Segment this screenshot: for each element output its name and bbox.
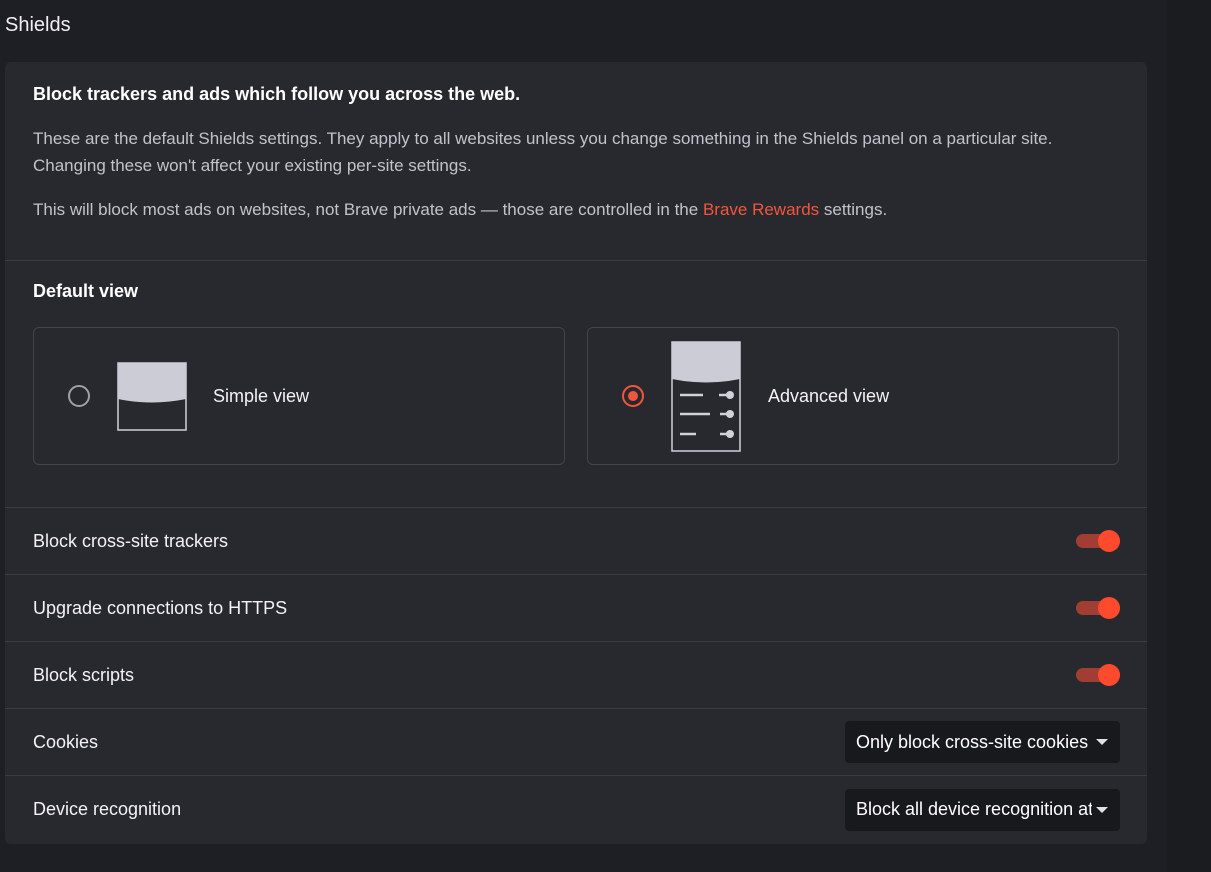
cross-site-trackers-toggle[interactable] xyxy=(1076,530,1120,552)
advanced-view-option[interactable]: Advanced view xyxy=(587,327,1119,465)
cookies-select-value: Only block cross-site cookies xyxy=(856,731,1089,752)
simple-view-option[interactable]: Simple view xyxy=(33,327,565,465)
right-scroll-gutter xyxy=(1167,0,1211,872)
cross-site-trackers-label: Block cross-site trackers xyxy=(33,530,229,551)
brave-rewards-link[interactable]: Brave Rewards xyxy=(703,200,819,219)
chevron-down-icon xyxy=(1096,806,1108,813)
setting-row-cookies: Cookies Only block cross-site cookies xyxy=(5,709,1147,776)
page-title: Shields xyxy=(5,14,71,36)
default-view-section: Default view Simple view Advanced view xyxy=(5,261,1147,508)
toggle-knob xyxy=(1098,597,1120,619)
advanced-view-radio[interactable] xyxy=(622,385,644,407)
cookies-label: Cookies xyxy=(33,731,99,752)
advanced-view-icon xyxy=(671,341,741,452)
view-options: Simple view Advanced view xyxy=(33,327,1119,465)
ads-note: This will block most ads on websites, no… xyxy=(33,196,1119,223)
device-recognition-select-value: Block all device recognition attempts xyxy=(856,799,1092,819)
simple-view-radio[interactable] xyxy=(68,385,90,407)
cookies-select[interactable]: Only block cross-site cookies xyxy=(845,721,1120,763)
toggle-knob xyxy=(1098,664,1120,686)
shields-settings-card: Block trackers and ads which follow you … xyxy=(5,62,1147,844)
simple-view-label: Simple view xyxy=(213,386,310,406)
default-view-title: Default view xyxy=(33,281,139,301)
device-recognition-select[interactable]: Block all device recognition attempts xyxy=(845,788,1120,831)
advanced-view-label: Advanced view xyxy=(768,386,890,406)
intro-description: These are the default Shields settings. … xyxy=(33,129,1053,175)
block-scripts-label: Block scripts xyxy=(33,664,135,685)
setting-row-device-recognition: Device recognition Block all device reco… xyxy=(5,776,1147,843)
intro-section: Block trackers and ads which follow you … xyxy=(5,62,1147,261)
setting-row-cross-site-trackers: Block cross-site trackers xyxy=(5,508,1147,575)
toggle-knob xyxy=(1098,530,1120,552)
simple-view-icon xyxy=(117,362,187,431)
intro-title: Block trackers and ads which follow you … xyxy=(33,84,521,104)
block-scripts-toggle[interactable] xyxy=(1076,664,1120,686)
chevron-down-icon xyxy=(1096,739,1108,745)
https-upgrade-label: Upgrade connections to HTTPS xyxy=(33,597,288,618)
setting-row-block-scripts: Block scripts xyxy=(5,642,1147,709)
ads-note-prefix: This will block most ads on websites, no… xyxy=(33,200,703,219)
https-upgrade-toggle[interactable] xyxy=(1076,597,1120,619)
ads-note-suffix: settings. xyxy=(819,200,888,219)
device-recognition-label: Device recognition xyxy=(33,799,182,819)
setting-row-https-upgrade: Upgrade connections to HTTPS xyxy=(5,575,1147,642)
